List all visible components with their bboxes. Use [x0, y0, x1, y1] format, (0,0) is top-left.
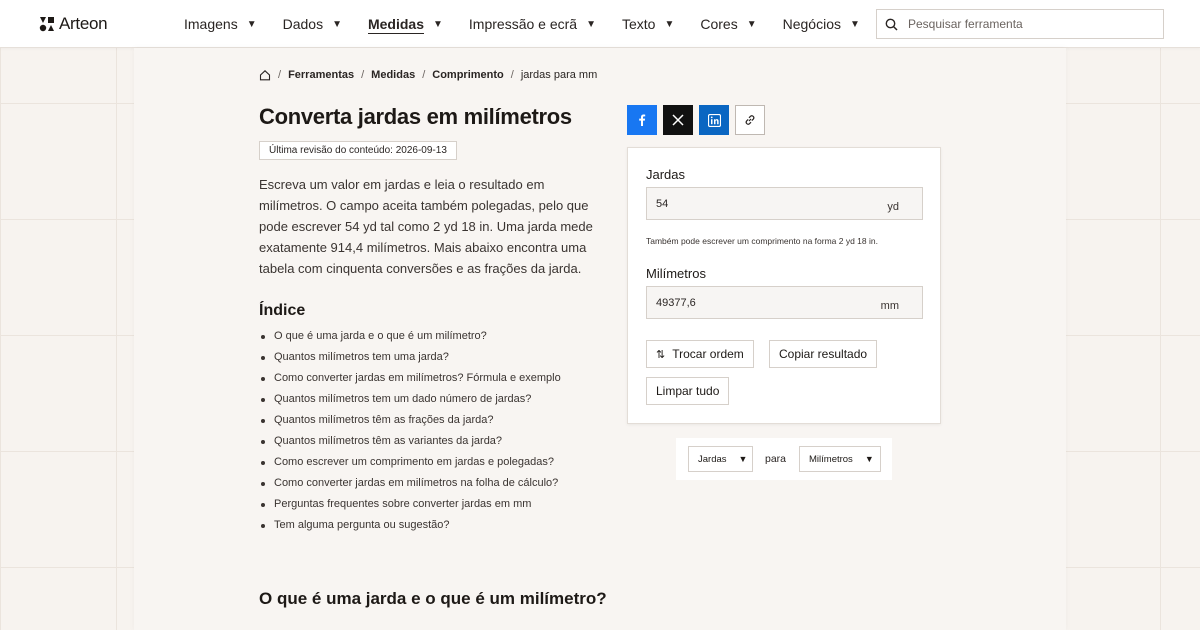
toc-item[interactable]: Como converter jardas em milímetros na f…	[259, 476, 561, 497]
to-unit-selected: Milímetros	[809, 453, 853, 465]
search-icon	[885, 18, 898, 31]
unit-connector-label: para	[765, 453, 787, 465]
yards-value: 54	[656, 197, 669, 210]
x-icon	[672, 114, 684, 126]
chevron-down-icon: ▼	[850, 18, 860, 30]
revision-date-badge: Última revisão do conteúdo: 2026-09-13	[259, 141, 457, 160]
toc-title: Índice	[259, 302, 306, 319]
from-field-label: Jardas	[646, 167, 686, 182]
chevron-down-icon: ▼	[864, 454, 874, 464]
nav-item-negocios[interactable]: Negócios ▼	[783, 0, 860, 48]
swap-order-label: Trocar ordem	[672, 347, 744, 361]
share-x-button[interactable]	[663, 105, 693, 135]
nav-label: Cores	[700, 16, 738, 32]
search-placeholder: Pesquisar ferramenta	[908, 17, 1023, 31]
swap-icon: ⇅	[656, 348, 666, 361]
chevron-down-icon: ▼	[738, 454, 748, 464]
chevron-down-icon: ▼	[746, 18, 757, 30]
table-of-contents: O que é uma jarda e o que é um milímetro…	[259, 329, 561, 539]
input-hint: Também pode escrever um comprimento na f…	[646, 236, 878, 246]
from-unit-select[interactable]: Jardas ▼	[688, 446, 753, 472]
breadcrumb-item-ferramentas[interactable]: Ferramentas	[288, 69, 354, 81]
copy-link-button[interactable]	[735, 105, 765, 135]
millimeters-output[interactable]: 49377,6 mm	[646, 286, 923, 319]
arteon-logo-icon	[39, 17, 54, 32]
chevron-down-icon: ▼	[664, 18, 675, 30]
share-buttons	[627, 105, 765, 135]
copy-result-button[interactable]: Copiar resultado	[769, 340, 878, 368]
nav-label: Impressão e ecrã	[468, 16, 578, 32]
toc-item[interactable]: Quantos milímetros tem uma jarda?	[259, 350, 561, 371]
nav-label: Negócios	[782, 16, 841, 32]
to-unit-select[interactable]: Milímetros ▼	[799, 446, 881, 472]
toc-item[interactable]: Perguntas frequentes sobre converter jar…	[259, 497, 561, 518]
breadcrumb-current: jardas para mm	[520, 69, 598, 81]
chevron-down-icon: ▼	[586, 18, 596, 30]
swap-order-button[interactable]: ⇅ Trocar ordem	[646, 340, 754, 368]
millimeters-unit: mm	[880, 299, 899, 312]
share-facebook-button[interactable]	[627, 105, 657, 135]
brand-logo[interactable]: Arteon	[39, 14, 108, 34]
page-title: Converta jardas em milímetros	[259, 104, 572, 129]
nav-item-imagens[interactable]: Imagens ▼	[184, 0, 257, 48]
toc-item[interactable]: Quantos milímetros têm as frações da jar…	[259, 413, 561, 434]
copy-result-label: Copiar resultado	[779, 347, 868, 361]
millimeters-value: 49377,6	[656, 296, 696, 309]
converter-card: Jardas 54 yd Também pode escrever um com…	[627, 147, 941, 424]
nav-item-impressao-e-ecra[interactable]: Impressão e ecrã ▼	[469, 0, 596, 48]
breadcrumb: / Ferramentas / Medidas / Comprimento / …	[259, 69, 597, 81]
breadcrumb-item-medidas[interactable]: Medidas	[371, 69, 415, 81]
breadcrumb-separator: /	[361, 69, 365, 81]
toc-item[interactable]: Como converter jardas em milímetros? Fór…	[259, 371, 561, 392]
toc-item[interactable]: O que é uma jarda e o que é um milímetro…	[259, 329, 561, 350]
nav-item-texto[interactable]: Texto ▼	[622, 0, 674, 48]
nav-label: Imagens	[184, 16, 238, 32]
toc-item[interactable]: Quantos milímetros tem um dado número de…	[259, 392, 561, 413]
linkedin-icon	[707, 113, 721, 127]
nav-item-cores[interactable]: Cores ▼	[700, 0, 756, 48]
nav-label: Medidas	[367, 16, 424, 32]
brand-name: Arteon	[59, 14, 108, 33]
chevron-down-icon: ▼	[246, 18, 257, 30]
chevron-down-icon: ▼	[332, 18, 342, 30]
clear-all-button[interactable]: Limpar tudo	[646, 377, 730, 405]
top-navigation-bar: Arteon Imagens ▼ Dados ▼ Medidas ▼ Impre…	[0, 0, 1200, 48]
toc-item[interactable]: Tem alguma pergunta ou sugestão?	[259, 518, 561, 539]
toc-item[interactable]: Quantos milímetros têm as variantes da j…	[259, 434, 561, 455]
facebook-icon	[639, 114, 646, 126]
main-nav: Imagens ▼ Dados ▼ Medidas ▼ Impressão e …	[184, 0, 886, 48]
nav-label: Dados	[282, 16, 324, 32]
yards-input[interactable]: 54 yd	[646, 187, 923, 220]
search-input[interactable]: Pesquisar ferramenta	[876, 9, 1164, 39]
yards-unit: yd	[887, 200, 899, 213]
clear-all-label: Limpar tudo	[656, 384, 720, 398]
to-field-label: Milímetros	[646, 266, 706, 281]
breadcrumb-separator: /	[278, 69, 282, 81]
nav-label: Texto	[621, 16, 656, 32]
share-linkedin-button[interactable]	[699, 105, 729, 135]
breadcrumb-separator: /	[422, 69, 426, 81]
breadcrumb-separator: /	[510, 69, 514, 81]
unit-selector: Jardas ▼ para Milímetros ▼	[676, 438, 892, 480]
section-heading: O que é uma jarda e o que é um milímetro…	[259, 589, 607, 608]
chevron-down-icon: ▼	[433, 18, 443, 30]
link-icon	[745, 115, 755, 125]
intro-paragraph: Escreva um valor em jardas e leia o resu…	[259, 177, 593, 276]
from-unit-selected: Jardas	[698, 453, 727, 465]
home-icon[interactable]	[259, 69, 271, 81]
toc-item[interactable]: Como escrever um comprimento em jardas e…	[259, 455, 561, 476]
nav-item-medidas[interactable]: Medidas ▼	[367, 0, 443, 48]
nav-item-dados[interactable]: Dados ▼	[283, 0, 342, 48]
breadcrumb-item-comprimento[interactable]: Comprimento	[432, 69, 504, 81]
